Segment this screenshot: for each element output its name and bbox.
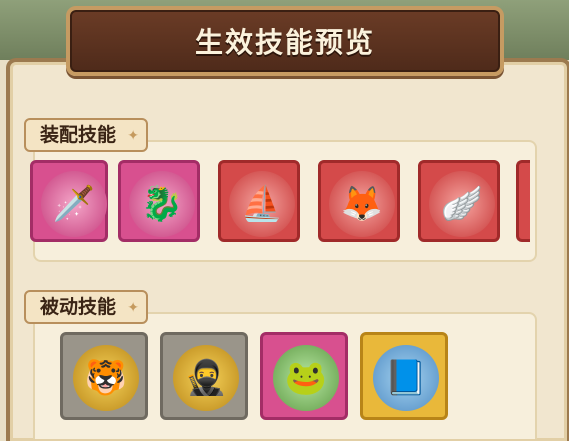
sailboat-icon: ⛵ [229, 171, 295, 237]
passive-tile-skull-book[interactable]: 📘 [360, 332, 448, 420]
sword-icon: 🗡️ [41, 171, 107, 237]
sparkle-icon: ✦ [127, 128, 140, 144]
title-plank: 生效技能预览 [66, 6, 504, 76]
skill-tile-partial[interactable] [516, 160, 530, 242]
passive-tile-masked-face[interactable]: 🥷 [160, 332, 248, 420]
tiger-emblem-icon: 🐯 [73, 345, 139, 411]
window-title: 生效技能预览 [194, 26, 375, 59]
skill-tile-spirit-dragon[interactable]: 🐉 [118, 160, 200, 242]
equipped-skills-tab: 装配技能 ✦ [24, 118, 149, 152]
skill-tile-sword[interactable]: 🗡️ [30, 160, 108, 242]
frog-skateboard-icon: 🐸 [273, 345, 339, 411]
passive-tile-frog[interactable]: 🐸 [260, 332, 348, 420]
sparkle-icon: ✦ [127, 300, 140, 316]
passive-tile-tiger[interactable]: 🐯 [60, 332, 148, 420]
skill-tile-sailboat[interactable]: ⛵ [218, 160, 300, 242]
masked-face-emblem-icon: 🥷 [173, 345, 239, 411]
spirit-dragon-icon: 🐉 [129, 171, 195, 237]
skill-tile-golden-wings[interactable]: 🪽 [418, 160, 500, 242]
skill-tile-fox-spirit[interactable]: 🦊 [318, 160, 400, 242]
equipped-skills-label: 装配技能 [40, 124, 117, 146]
fox-spirit-icon: 🦊 [329, 171, 395, 237]
passive-skills-tab: 被动技能 ✦ [24, 290, 149, 324]
golden-wings-icon: 🪽 [429, 171, 495, 237]
passive-skills-label: 被动技能 [40, 296, 117, 318]
skull-book-icon: 📘 [373, 345, 439, 411]
